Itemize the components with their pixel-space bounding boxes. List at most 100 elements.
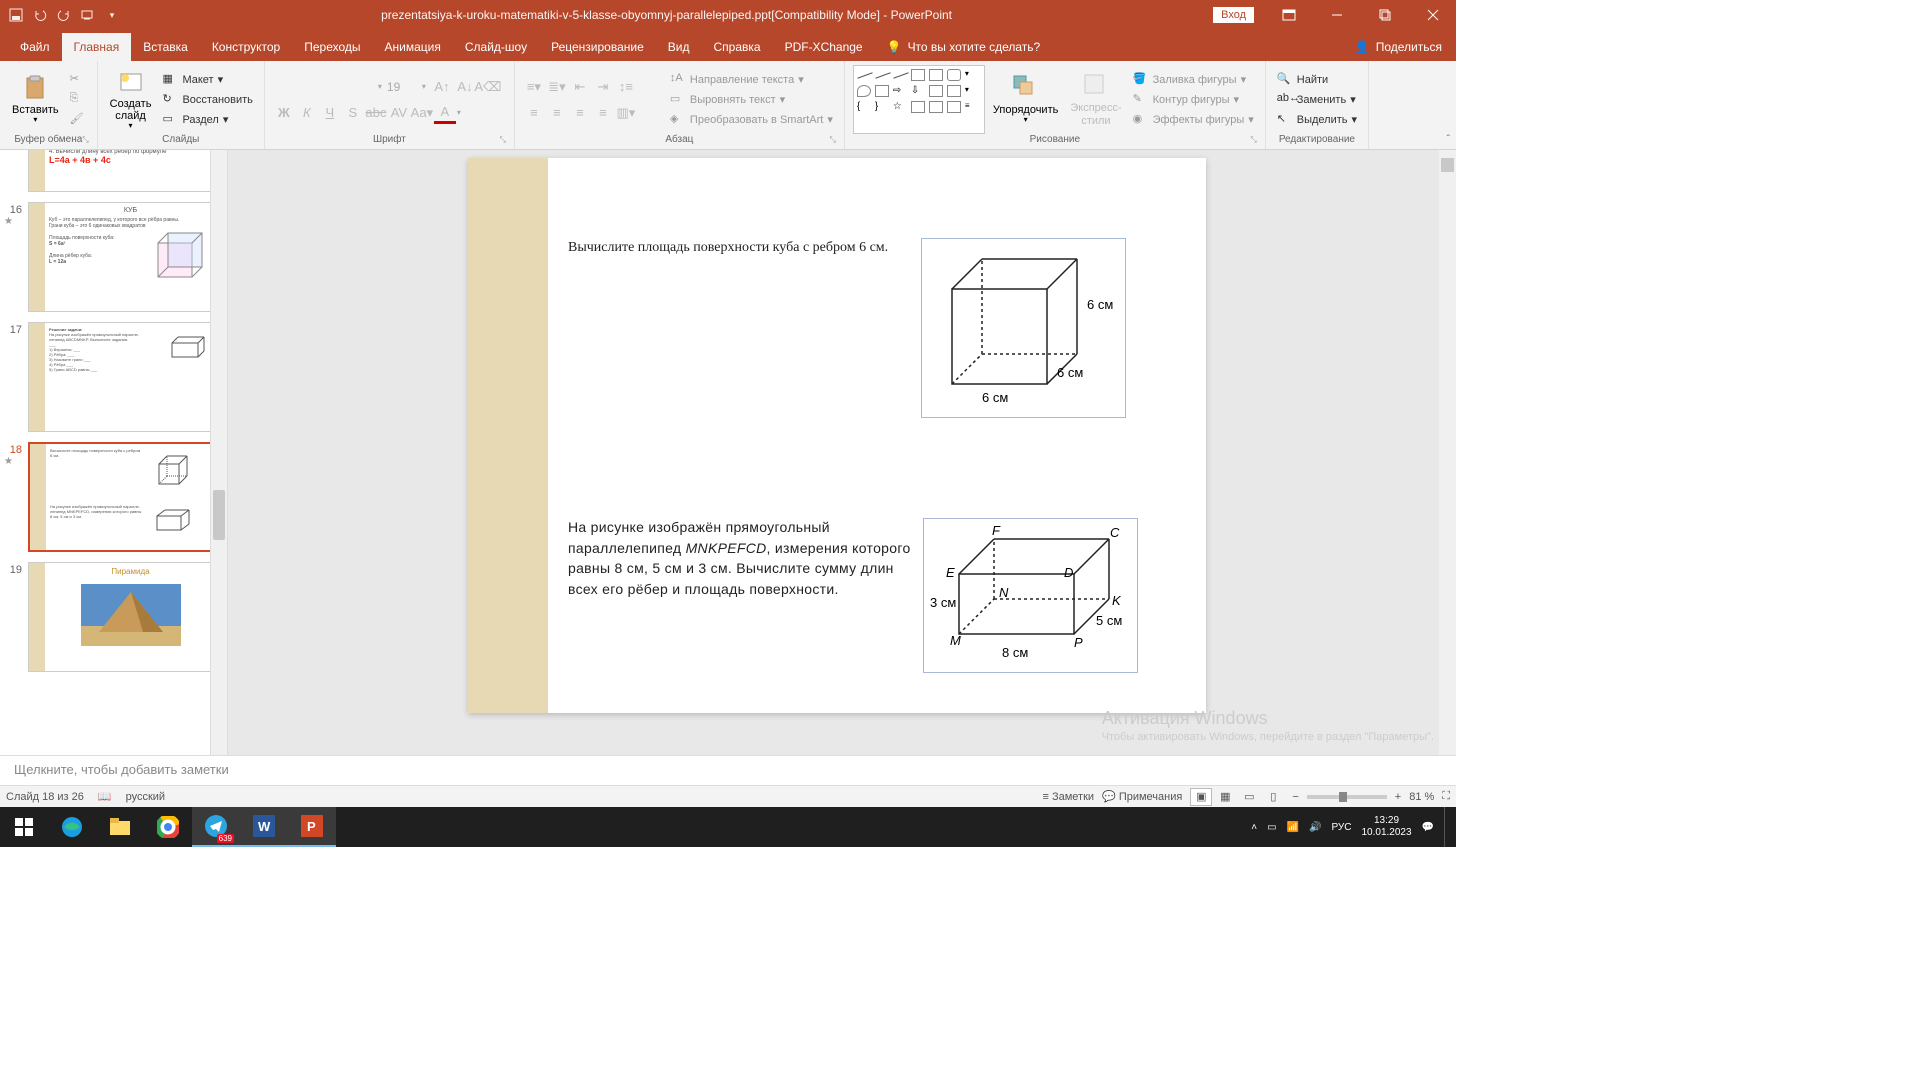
undo-icon[interactable] <box>32 7 48 23</box>
signin-button[interactable]: Вход <box>1213 7 1254 23</box>
paste-button[interactable]: Вставить ▾ <box>8 65 63 134</box>
char-spacing-icon[interactable]: AV <box>388 102 410 124</box>
share-button[interactable]: 👤 Поделиться <box>1341 33 1456 61</box>
fit-to-window-icon[interactable]: ⛶ <box>1442 790 1450 803</box>
find-button[interactable]: 🔍Найти <box>1274 71 1360 89</box>
zoom-out-button[interactable]: − <box>1292 791 1298 803</box>
collapse-ribbon-icon[interactable]: ˆ <box>1447 134 1450 145</box>
select-button[interactable]: ↖Выделить ▾ <box>1274 111 1360 129</box>
copy-button[interactable]: ⎘ <box>67 91 89 109</box>
underline-button[interactable]: Ч <box>319 102 341 124</box>
numbering-icon[interactable]: ≣▾ <box>546 76 568 98</box>
slide-editor[interactable]: Вычислите площадь поверхности куба с реб… <box>228 150 1456 755</box>
strike-button[interactable]: abc <box>365 102 387 124</box>
quick-styles-button[interactable]: Экспресс- стили <box>1066 65 1125 134</box>
dialog-launcher-icon[interactable]: ⤡ <box>829 135 835 145</box>
shape-fill-button[interactable]: 🪣Заливка фигуры ▾ <box>1130 71 1257 89</box>
section-button[interactable]: ▭Раздел ▾ <box>159 111 255 129</box>
shape-effects-button[interactable]: ◉Эффекты фигуры ▾ <box>1130 111 1257 129</box>
font-color-icon[interactable]: A <box>434 102 456 124</box>
tab-home[interactable]: Главная <box>62 33 132 61</box>
slide-canvas[interactable]: Вычислите площадь поверхности куба с реб… <box>468 158 1206 713</box>
action-center-icon[interactable]: 💬 <box>1422 822 1434 833</box>
editor-scrollbar[interactable] <box>1439 150 1456 755</box>
bullets-icon[interactable]: ≡▾ <box>523 76 545 98</box>
text-direction-button[interactable]: ↕AНаправление текста ▾ <box>667 71 836 89</box>
increase-indent-icon[interactable]: ⇥ <box>592 76 614 98</box>
minimize-button[interactable] <box>1314 0 1360 30</box>
font-size-combo[interactable]: 19 <box>387 80 417 94</box>
shadow-button[interactable]: S <box>342 102 364 124</box>
tray-expand-icon[interactable]: ˄ <box>1251 822 1257 833</box>
tab-animations[interactable]: Анимация <box>373 33 453 61</box>
taskbar-explorer[interactable] <box>96 807 144 847</box>
justify-icon[interactable]: ≡ <box>592 102 614 124</box>
tab-review[interactable]: Рецензирование <box>539 33 656 61</box>
thumbnail-slide-15[interactable]: Сделайте вывод. 4. Вычисли длину всех рё… <box>28 150 217 192</box>
clear-formatting-icon[interactable]: A⌫ <box>477 76 499 98</box>
taskbar-telegram[interactable]: 639 <box>192 807 240 847</box>
thumbnail-slide-17[interactable]: Решение задачи:На рисунке изображён прям… <box>28 322 217 432</box>
shape-outline-button[interactable]: ✎Контур фигуры ▾ <box>1130 91 1257 109</box>
align-text-button[interactable]: ▭Выровнять текст ▾ <box>667 91 836 109</box>
format-painter-button[interactable]: 🖌 <box>67 111 89 129</box>
taskbar-word[interactable]: W <box>240 807 288 847</box>
start-from-beginning-icon[interactable] <box>80 7 96 23</box>
tab-pdf[interactable]: PDF-XChange <box>773 33 875 61</box>
shrink-font-icon[interactable]: A↓ <box>454 76 476 98</box>
taskbar-chrome[interactable] <box>144 807 192 847</box>
shapes-gallery[interactable]: ▾ ⇨⇩▾ {}☆≡ <box>853 65 985 134</box>
taskbar-powerpoint[interactable]: P <box>288 807 336 847</box>
thumbnail-slide-16[interactable]: КУБ Куб – это параллелепипед, у которого… <box>28 202 217 312</box>
wifi-icon[interactable]: 📶 <box>1287 822 1299 833</box>
start-button[interactable] <box>0 807 48 847</box>
grow-font-icon[interactable]: A↑ <box>431 76 453 98</box>
thumbnail-slide-18[interactable]: Вычислите площадь поверхности куба с реб… <box>28 442 217 552</box>
dialog-launcher-icon[interactable]: ⤡ <box>499 135 505 145</box>
thumbnail-slide-19[interactable]: Пирамида <box>28 562 217 672</box>
tell-me[interactable]: 💡 Что вы хотите сделать? <box>875 33 1053 61</box>
arrange-button[interactable]: Упорядочить▾ <box>989 65 1062 134</box>
line-spacing-icon[interactable]: ↕≡ <box>615 76 637 98</box>
redo-icon[interactable] <box>56 7 72 23</box>
language-indicator[interactable]: русский <box>126 791 165 803</box>
language-indicator[interactable]: РУС <box>1331 822 1351 833</box>
spellcheck-icon[interactable]: 📖 <box>98 790 112 803</box>
align-center-icon[interactable]: ≡ <box>546 102 568 124</box>
taskbar-edge[interactable] <box>48 807 96 847</box>
notes-toggle[interactable]: ≡ Заметки <box>1043 791 1095 803</box>
zoom-in-button[interactable]: + <box>1395 791 1401 803</box>
maximize-button[interactable] <box>1362 0 1408 30</box>
ribbon-options-icon[interactable] <box>1266 0 1312 30</box>
cut-button[interactable]: ✂ <box>67 71 89 89</box>
change-case-icon[interactable]: Aa▾ <box>411 102 433 124</box>
align-left-icon[interactable]: ≡ <box>523 102 545 124</box>
notes-pane[interactable]: Щелкните, чтобы добавить заметки <box>0 755 1456 785</box>
replace-button[interactable]: ab↔Заменить ▾ <box>1274 91 1360 109</box>
tab-file[interactable]: Файл <box>8 33 62 61</box>
layout-button[interactable]: ▦Макет ▾ <box>159 71 255 89</box>
comments-toggle[interactable]: 💬 Примечания <box>1102 790 1182 803</box>
tab-insert[interactable]: Вставка <box>131 33 200 61</box>
tab-transitions[interactable]: Переходы <box>292 33 372 61</box>
slideshow-view-icon[interactable]: ▯ <box>1262 788 1284 806</box>
tab-design[interactable]: Конструктор <box>200 33 292 61</box>
save-icon[interactable] <box>8 7 24 23</box>
battery-icon[interactable]: ▭ <box>1267 822 1276 833</box>
tab-help[interactable]: Справка <box>701 33 772 61</box>
tab-slideshow[interactable]: Слайд-шоу <box>453 33 539 61</box>
sorter-view-icon[interactable]: ▦ <box>1214 788 1236 806</box>
tab-view[interactable]: Вид <box>656 33 702 61</box>
dialog-launcher-icon[interactable]: ⤡ <box>1250 135 1256 145</box>
thumbnails-scrollbar[interactable] <box>210 150 227 755</box>
decrease-indent-icon[interactable]: ⇤ <box>569 76 591 98</box>
zoom-slider[interactable] <box>1307 795 1387 799</box>
zoom-level[interactable]: 81 % <box>1409 791 1434 803</box>
align-right-icon[interactable]: ≡ <box>569 102 591 124</box>
dialog-launcher-icon[interactable]: ⤡ <box>82 135 88 145</box>
qat-customize-icon[interactable]: ▾ <box>104 7 120 23</box>
columns-icon[interactable]: ▥▾ <box>615 102 637 124</box>
reset-button[interactable]: ↻Восстановить <box>159 91 255 109</box>
normal-view-icon[interactable]: ▣ <box>1190 788 1212 806</box>
close-button[interactable] <box>1410 0 1456 30</box>
